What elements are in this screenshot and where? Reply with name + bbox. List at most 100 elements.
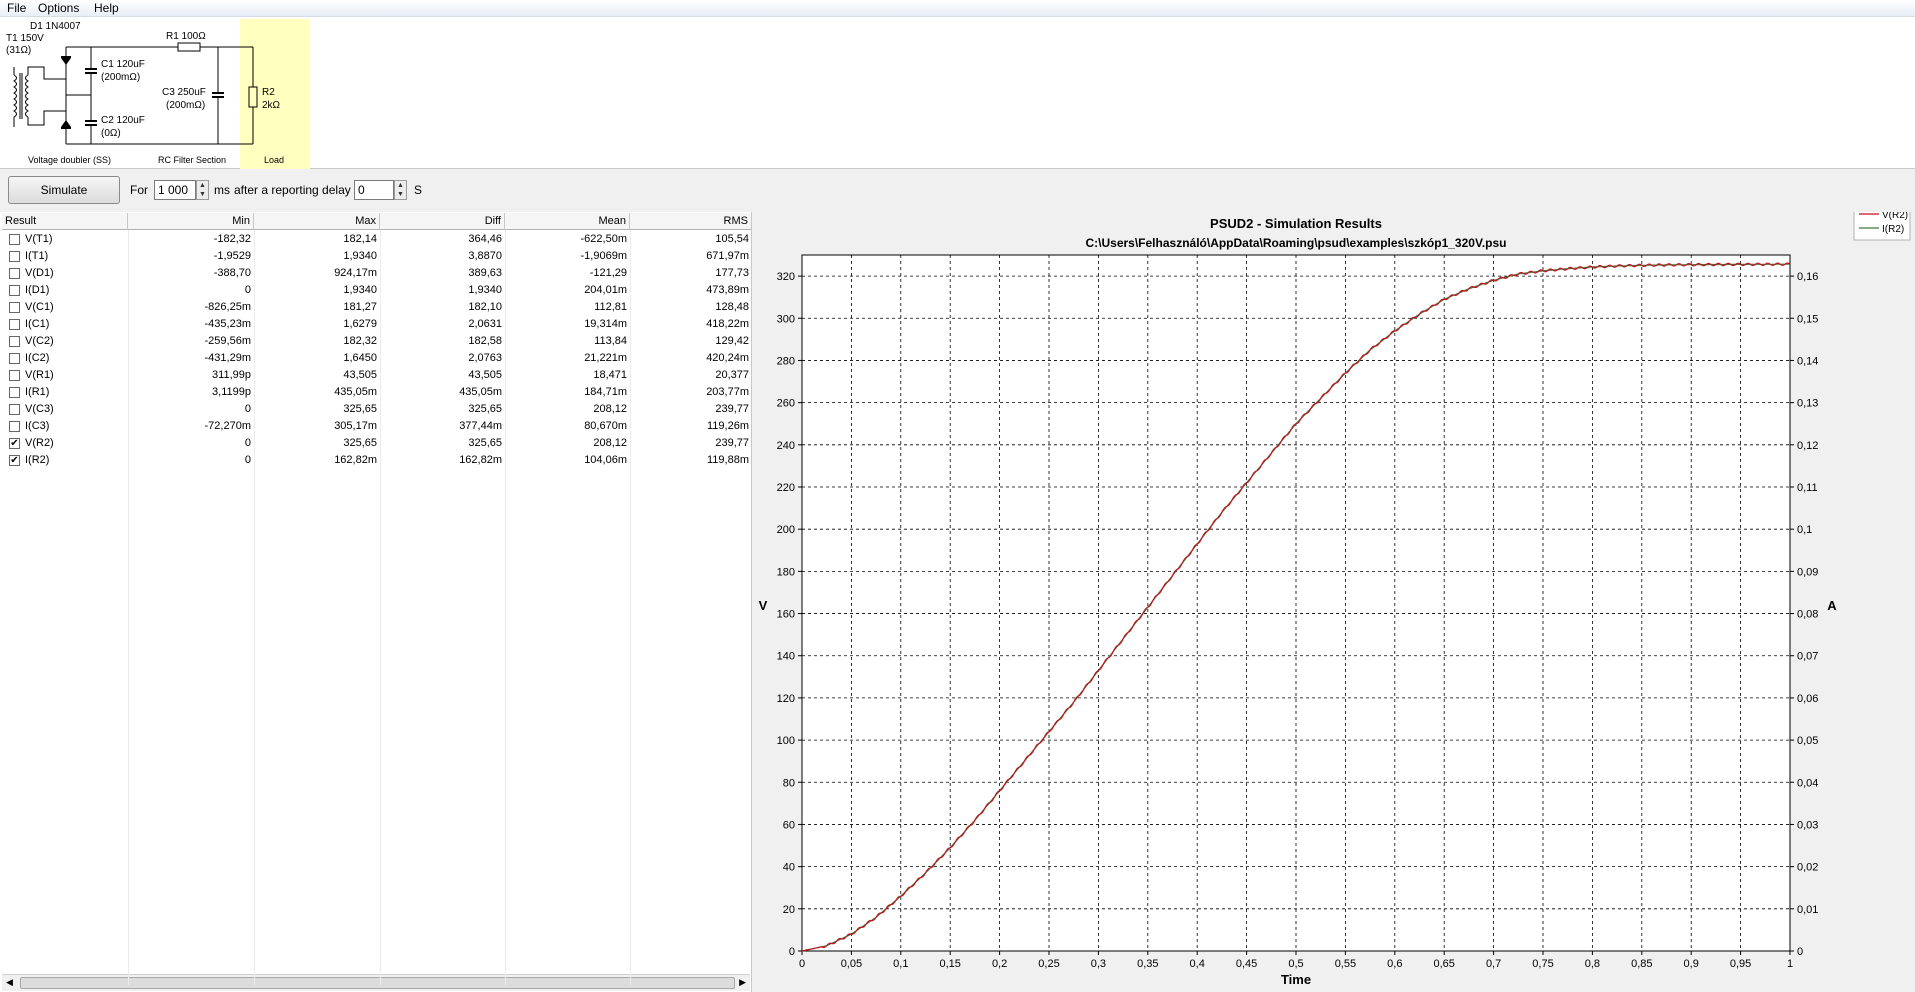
cell-diff: 2,0763	[468, 352, 502, 364]
cell-result: V(C3)	[25, 403, 54, 415]
y2-tick-label: 0,14	[1797, 355, 1818, 367]
x-tick-label: 0,55	[1335, 958, 1356, 970]
series-checkbox[interactable]	[9, 319, 20, 330]
chart[interactable]: PSUD2 - Simulation Results C:\Users\Felha…	[754, 212, 1915, 992]
simulation-controls: Simulate For 1 000 ▲ ▼ ms after a reporti…	[0, 170, 1915, 210]
table-row[interactable]: V(C2) -259,56m 182,32 182,58 113,84 129,42	[2, 333, 752, 350]
spin-down-icon[interactable]: ▼	[197, 190, 208, 199]
column-header-rms[interactable]: RMS	[630, 213, 752, 230]
table-row[interactable]: V(C3) 0 325,65 325,65 208,12 239,77	[2, 401, 752, 418]
cell-min: 0	[244, 454, 251, 466]
menu-options[interactable]: Options	[38, 1, 79, 15]
label-c2-esr: (0Ω)	[101, 128, 121, 139]
series-checkbox[interactable]	[9, 336, 20, 347]
y-tick-label: 120	[777, 693, 795, 705]
table-row[interactable]: I(D1) 0 1,9340 1,9340 204,01m 473,89m	[2, 282, 752, 299]
label-r1: R1 100Ω	[166, 31, 206, 42]
series-checkbox[interactable]	[9, 268, 20, 279]
table-row[interactable]: V(D1) -388,70 924,17m 389,63 -121,29 177,73	[2, 265, 752, 282]
column-header-max[interactable]: Max	[254, 213, 380, 230]
y2-tick-label: 0,06	[1797, 693, 1818, 705]
column-header-result[interactable]: Result	[2, 213, 128, 230]
y2-tick-label: 0,09	[1797, 566, 1818, 578]
y-tick-label: 60	[783, 819, 795, 831]
cell-mean: -1,9069m	[580, 250, 627, 262]
series-checkbox[interactable]	[9, 421, 20, 432]
label-t1-impedance: (31Ω)	[6, 45, 31, 56]
series-checkbox[interactable]	[9, 370, 20, 381]
column-divider	[254, 230, 255, 985]
series-checkbox[interactable]	[9, 285, 20, 296]
cell-rms: 128,48	[715, 301, 749, 313]
x-axis-label: Time	[1281, 972, 1311, 987]
table-row[interactable]: V(R1) 311,99p 43,505 43,505 18,471 20,377	[2, 367, 752, 384]
duration-spinner[interactable]: ▲ ▼	[196, 180, 209, 200]
cell-max: 325,65	[343, 403, 377, 415]
scroll-right-icon[interactable]: ▶	[739, 977, 746, 988]
table-row[interactable]: I(C1) -435,23m 1,6279 2,0631 19,314m 418,22m	[2, 316, 752, 333]
column-divider	[505, 230, 506, 985]
series-checkbox[interactable]	[9, 234, 20, 245]
duration-input[interactable]: 1 000	[154, 180, 196, 200]
spin-down-icon[interactable]: ▼	[395, 190, 406, 199]
label-t1: T1 150V	[6, 33, 44, 44]
cell-max: 924,17m	[334, 267, 377, 279]
cell-result: V(R1)	[25, 369, 54, 381]
column-header-mean[interactable]: Mean	[505, 213, 630, 230]
column-header-diff[interactable]: Diff	[380, 213, 505, 230]
menu-file[interactable]: File	[7, 1, 26, 15]
cell-max: 181,27	[343, 301, 377, 313]
table-row[interactable]: I(C3) -72,270m 305,17m 377,44m 80,670m 119,26…	[2, 418, 752, 435]
x-tick-label: 0,3	[1091, 958, 1106, 970]
for-label: For	[130, 183, 148, 197]
x-tick-label: 0,5	[1288, 958, 1303, 970]
column-divider	[128, 230, 129, 985]
x-tick-label: 0,75	[1532, 958, 1553, 970]
cell-min: -72,270m	[204, 420, 251, 432]
cell-mean: 80,670m	[584, 420, 627, 432]
label-c3-esr: (200mΩ)	[166, 100, 205, 111]
table-row[interactable]: I(R1) 3,1199p 435,05m 435,05m 184,71m 203,77m	[2, 384, 752, 401]
x-tick-label: 0,35	[1137, 958, 1158, 970]
series-checkbox[interactable]	[9, 353, 20, 364]
series-checkbox[interactable]	[9, 251, 20, 262]
cell-mean: 184,71m	[584, 386, 627, 398]
series-checkbox[interactable]: ✔	[9, 438, 20, 449]
series-checkbox[interactable]	[9, 302, 20, 313]
table-row[interactable]: V(T1) -182,32 182,14 364,46 -622,50m 105,54	[2, 231, 752, 248]
delay-input[interactable]: 0	[354, 180, 394, 200]
cell-min: 3,1199p	[212, 386, 251, 398]
cell-rms: 239,77	[715, 403, 749, 415]
y2-tick-label: 0,13	[1797, 398, 1818, 410]
series-checkbox[interactable]: ✔	[9, 455, 20, 466]
resistor-r1-symbol	[177, 42, 201, 52]
menu-help[interactable]: Help	[94, 1, 119, 15]
circuit-schematic[interactable]: D1 1N4007 T1 150V (31Ω) C1 120uF (200mΩ)…	[0, 17, 1915, 169]
spin-up-icon[interactable]: ▲	[395, 181, 406, 190]
table-row[interactable]: V(C1) -826,25m 181,27 182,10 112,81 128,48	[2, 299, 752, 316]
series-checkbox[interactable]	[9, 404, 20, 415]
horizontal-scrollbar[interactable]: ◀ ▶	[2, 974, 750, 991]
cell-mean: 19,314m	[584, 318, 627, 330]
x-tick-label: 0,8	[1585, 958, 1600, 970]
simulate-button[interactable]: Simulate	[8, 176, 120, 204]
series-checkbox[interactable]	[9, 387, 20, 398]
spin-up-icon[interactable]: ▲	[197, 181, 208, 190]
cell-mean: 21,221m	[584, 352, 627, 364]
table-row[interactable]: I(T1) -1,9529 1,9340 3,8870 -1,9069m 671,97m	[2, 248, 752, 265]
x-tick-label: 0,45	[1236, 958, 1257, 970]
x-tick-label: 0,7	[1486, 958, 1501, 970]
y2-tick-label: 0,05	[1797, 735, 1818, 747]
table-row[interactable]: I(C2) -431,29m 1,6450 2,0763 21,221m 420,24m	[2, 350, 752, 367]
y-axis-label: V	[759, 598, 768, 613]
y-tick-label: 180	[777, 566, 795, 578]
cell-min: -826,25m	[204, 301, 251, 313]
column-header-min[interactable]: Min	[128, 213, 254, 230]
delay-spinner[interactable]: ▲ ▼	[394, 180, 407, 200]
table-row[interactable]: ✔ V(R2) 0 325,65 325,65 208,12 239,77	[2, 435, 752, 452]
cell-mean: 208,12	[593, 403, 627, 415]
cell-rms: 418,22m	[706, 318, 749, 330]
table-row[interactable]: ✔ I(R2) 0 162,82m 162,82m 104,06m 119,88m	[2, 452, 752, 469]
scroll-left-icon[interactable]: ◀	[6, 977, 13, 988]
x-tick-label: 0,95	[1730, 958, 1751, 970]
